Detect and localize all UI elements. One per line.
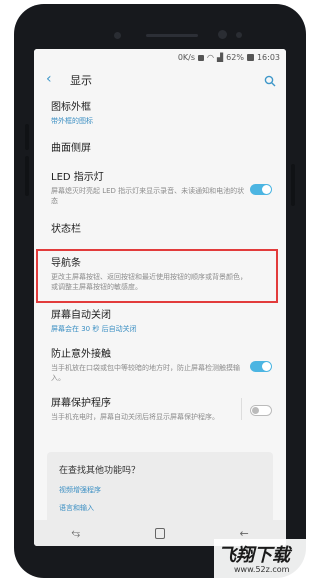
accidental-touch-toggle[interactable] [250, 360, 272, 372]
earpiece-speaker [146, 34, 198, 37]
toggle-knob [262, 361, 271, 371]
suggestion-title: 在查找其他功能吗？ [59, 466, 141, 476]
net-speed: 0K/s [177, 53, 196, 62]
setting-accidental-touch[interactable]: 防止意外接触 当手机放在口袋或包中等较暗的地方时，防止屏幕检测触摸输入。 [34, 341, 286, 390]
setting-title: 防止意外接触 [51, 349, 111, 360]
setting-screensaver[interactable]: 屏幕保护程序 当手机充电时，屏幕自动关闭后将显示屏幕保护程序。 [34, 390, 286, 429]
screensaver-toggle[interactable] [250, 404, 272, 416]
setting-subtitle: 当手机放在口袋或包中等较暗的地方时，防止屏幕检测触摸输入。 [51, 364, 240, 382]
app-bar: ‹ 显示 [34, 66, 286, 92]
recents-icon[interactable]: ⥃ [71, 526, 80, 540]
sensor-icon [236, 32, 242, 38]
setting-subtitle: 带外框的图标 [51, 117, 93, 125]
suggestion-link[interactable]: 语言和输入 [59, 503, 94, 513]
setting-title: LED 指示灯 [51, 172, 104, 183]
setting-title: 状态栏 [51, 224, 81, 235]
back-arrow-icon[interactable]: ‹ [46, 71, 52, 87]
search-icon[interactable] [264, 72, 276, 91]
toggle-knob [262, 184, 271, 194]
setting-subtitle: 屏幕会在 30 秒 后自动关闭 [51, 325, 137, 333]
page-title: 显示 [70, 74, 92, 87]
wifi-icon: ◠ [207, 53, 214, 62]
setting-status-bar[interactable]: 状态栏 [34, 213, 286, 246]
setting-subtitle: 当手机充电时，屏幕自动关闭后将显示屏幕保护程序。 [51, 413, 219, 421]
setting-title: 曲面侧屏 [51, 143, 91, 154]
setting-led-indicator[interactable]: LED 指示灯 屏幕熄灭时亮起 LED 指示灯来显示录音、未读通知和电池的状态 [34, 164, 286, 213]
highlight-box [36, 249, 278, 303]
power-button [291, 164, 295, 206]
volume-up-button [25, 124, 29, 150]
battery-icon [246, 54, 254, 61]
watermark-logo: 飞翔下载 [218, 545, 290, 566]
watermark: 飞翔下载 www.52z.com [214, 539, 320, 581]
suggestion-link[interactable]: 视频增强程序 [59, 485, 101, 495]
volume-down-button [25, 156, 29, 196]
home-icon[interactable] [154, 527, 165, 539]
led-indicator-toggle[interactable] [250, 183, 272, 195]
setting-title: 屏幕保护程序 [51, 398, 111, 409]
setting-screen-timeout[interactable]: 屏幕自动关闭 屏幕会在 30 秒 后自动关闭 [34, 302, 286, 341]
sensor-icon [114, 32, 121, 39]
setting-subtitle: 屏幕熄灭时亮起 LED 指示灯来显示录音、未读通知和电池的状态 [51, 187, 245, 205]
setting-icon-frame[interactable]: 图标外框 带外框的图标 [34, 94, 286, 133]
setting-title: 屏幕自动关闭 [51, 310, 111, 321]
camera-icon [218, 30, 227, 39]
clock: 16:03 [256, 53, 280, 62]
divider [241, 398, 242, 420]
signal-icon: ▟ [217, 53, 224, 62]
watermark-url: www.52z.com [234, 565, 290, 574]
screen: 0K/s ◠ ▟ 62% 16:03 ‹ 显示 图标外框 带外框的图标 曲面侧屏… [34, 49, 286, 546]
back-icon[interactable]: ← [239, 527, 248, 540]
status-bar: 0K/s ◠ ▟ 62% 16:03 [34, 49, 286, 66]
toggle-knob [252, 406, 259, 414]
battery-level: 62% [226, 53, 244, 62]
nfc-icon [198, 54, 205, 61]
setting-title: 图标外框 [51, 102, 91, 113]
setting-edge-screen[interactable]: 曲面侧屏 [34, 133, 286, 164]
